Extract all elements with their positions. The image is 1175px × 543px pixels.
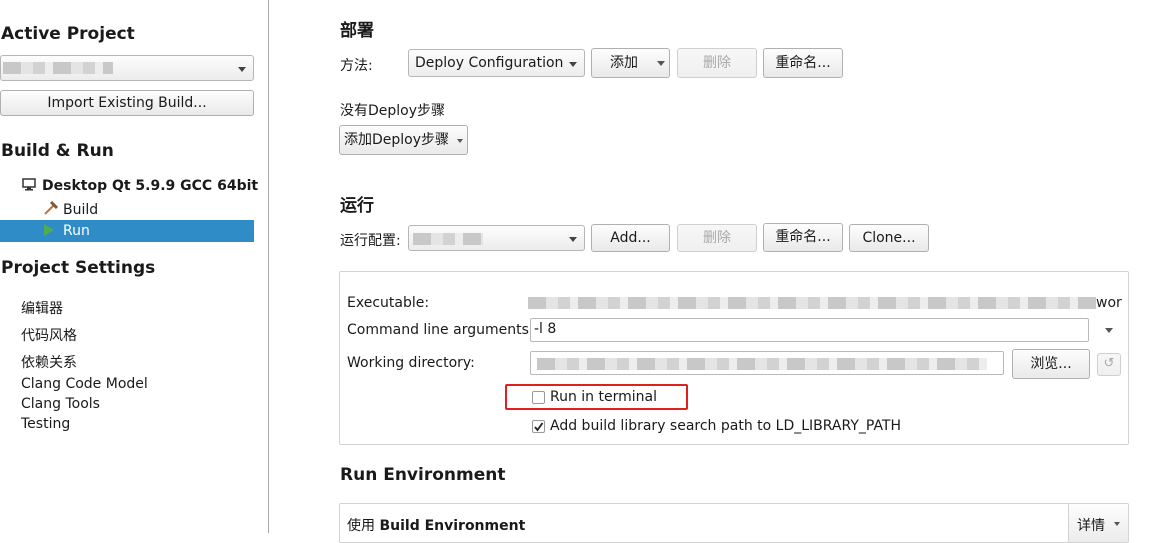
no-deploy-steps-text: 没有Deploy步骤 bbox=[340, 103, 446, 119]
deploy-configuration-value: Deploy Configuration bbox=[415, 55, 564, 71]
executable-label: Executable: bbox=[347, 295, 430, 311]
deploy-method-label: 方法: bbox=[340, 58, 373, 74]
deploy-delete-button[interactable]: 删除 bbox=[677, 48, 757, 78]
chevron-down-icon[interactable] bbox=[1105, 328, 1113, 333]
settings-item-clang-tools[interactable]: Clang Tools bbox=[21, 396, 100, 412]
environment-name: Build Environment bbox=[379, 518, 526, 534]
settings-item-editor[interactable]: 编辑器 bbox=[21, 298, 63, 318]
sidebar-item-build[interactable]: Build bbox=[42, 200, 98, 218]
kit-name: Desktop Qt 5.9.9 GCC 64bit bbox=[42, 178, 259, 194]
active-project-selector[interactable] bbox=[0, 55, 254, 81]
command-line-arguments-value: -l 8 bbox=[534, 321, 557, 337]
ld-library-path-checkbox[interactable] bbox=[532, 420, 545, 433]
details-label: 详情 bbox=[1077, 518, 1105, 534]
build-run-heading: Build & Run bbox=[1, 141, 114, 161]
settings-item-testing[interactable]: Testing bbox=[21, 416, 70, 432]
settings-item-dependencies[interactable]: 依赖关系 bbox=[21, 352, 77, 372]
import-existing-build-button[interactable]: Import Existing Build... bbox=[0, 90, 254, 116]
settings-item-clang-code-model[interactable]: Clang Code Model bbox=[21, 376, 148, 392]
chevron-down-icon bbox=[1114, 522, 1120, 526]
checkmark-icon bbox=[534, 422, 544, 432]
run-environment-heading: Run Environment bbox=[340, 465, 506, 485]
redacted-project-name bbox=[3, 62, 113, 74]
deploy-heading: 部署 bbox=[340, 21, 374, 41]
command-line-arguments-label: Command line arguments: bbox=[347, 322, 534, 338]
deploy-add-label: 添加 bbox=[610, 55, 638, 71]
environment-use-prefix: 使用 bbox=[347, 518, 375, 534]
run-rename-button[interactable]: 重命名... bbox=[763, 223, 843, 252]
executable-path-suffix: worl bbox=[1096, 295, 1122, 311]
add-deploy-step-button[interactable]: 添加Deploy步骤 bbox=[339, 125, 468, 155]
run-add-button[interactable]: Add... bbox=[591, 224, 670, 252]
run-heading: 运行 bbox=[340, 196, 374, 216]
settings-item-code-style[interactable]: 代码风格 bbox=[21, 325, 77, 345]
run-delete-button[interactable]: 删除 bbox=[677, 224, 757, 252]
command-line-arguments-input[interactable]: -l 8 bbox=[530, 318, 1089, 342]
environment-details-button[interactable]: 详情 bbox=[1068, 504, 1128, 542]
deploy-configuration-select[interactable]: Deploy Configuration bbox=[408, 49, 585, 77]
project-settings-heading: Project Settings bbox=[1, 258, 156, 278]
run-configuration-select[interactable] bbox=[408, 225, 585, 251]
run-environment-panel: 使用 Build Environment 详情 bbox=[339, 503, 1129, 543]
run-config-label: 运行配置: bbox=[340, 233, 401, 249]
ld-library-path-label[interactable]: Add build library search path to LD_LIBR… bbox=[550, 418, 901, 434]
working-directory-input[interactable] bbox=[530, 351, 1004, 375]
deploy-rename-button[interactable]: 重命名... bbox=[763, 48, 843, 78]
chevron-down-icon bbox=[457, 139, 463, 143]
add-deploy-step-label: 添加Deploy步骤 bbox=[344, 132, 450, 148]
sidebar-item-run[interactable]: Run bbox=[0, 220, 254, 242]
chevron-down-icon bbox=[657, 61, 665, 66]
redacted-working-directory bbox=[537, 358, 987, 370]
redacted-executable-path bbox=[528, 297, 1096, 309]
kit-tree-item[interactable]: Desktop Qt 5.9.9 GCC 64bit bbox=[22, 178, 258, 194]
chevron-down-icon bbox=[569, 237, 577, 242]
hammer-icon bbox=[44, 200, 59, 215]
reset-icon[interactable]: ↺ bbox=[1097, 353, 1121, 376]
browse-button[interactable]: 浏览... bbox=[1012, 349, 1090, 379]
run-label: Run bbox=[63, 223, 90, 239]
run-icon bbox=[44, 224, 54, 236]
chevron-down-icon bbox=[569, 62, 577, 67]
highlight-box bbox=[505, 384, 688, 410]
deploy-add-button[interactable]: 添加 bbox=[591, 48, 670, 78]
working-directory-label: Working directory: bbox=[347, 355, 475, 371]
run-clone-button[interactable]: Clone... bbox=[849, 224, 929, 252]
active-project-heading: Active Project bbox=[1, 24, 135, 44]
sidebar: Active Project Import Existing Build... … bbox=[0, 0, 268, 533]
chevron-down-icon bbox=[238, 67, 246, 72]
environment-summary: 使用 Build Environment bbox=[347, 515, 525, 535]
build-label: Build bbox=[63, 202, 99, 218]
monitor-icon bbox=[22, 178, 36, 191]
redacted-run-config bbox=[413, 233, 483, 245]
sidebar-divider bbox=[268, 0, 269, 533]
